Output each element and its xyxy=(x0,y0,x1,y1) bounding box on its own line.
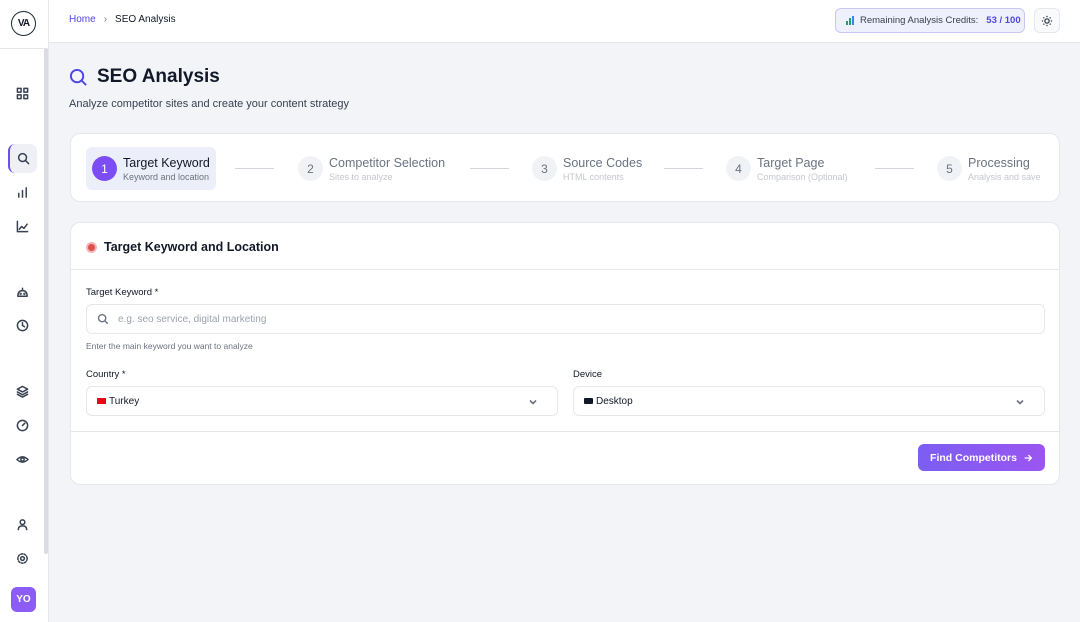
search-icon xyxy=(17,152,30,165)
monitor-icon xyxy=(584,398,593,404)
gauge-icon xyxy=(16,419,29,432)
step-sublabel: HTML contents xyxy=(563,171,624,182)
sidebar-item-settings[interactable] xyxy=(8,544,37,573)
layers-icon xyxy=(16,385,29,398)
device-label: Device xyxy=(573,369,603,380)
card-title: Target Keyword and Location xyxy=(104,240,279,254)
theme-toggle-button[interactable] xyxy=(1034,8,1060,33)
sidebar-item-dashboard[interactable] xyxy=(8,79,37,108)
find-competitors-button[interactable]: Find Competitors xyxy=(918,444,1045,471)
step-3[interactable]: 3 Source Codes HTML contents xyxy=(526,147,648,190)
credits-value: 53 / 100 xyxy=(986,15,1021,26)
step-number: 2 xyxy=(298,156,323,181)
page-header: SEO Analysis xyxy=(69,66,220,88)
step-label: Competitor Selection xyxy=(329,155,446,170)
clock-icon xyxy=(16,319,29,332)
chevron-right-icon: › xyxy=(103,14,108,25)
step-5[interactable]: 5 Processing Analysis and save xyxy=(931,147,1047,190)
keyword-placeholder: e.g. seo service, digital marketing xyxy=(118,313,267,325)
sidebar-item-stats[interactable] xyxy=(8,178,37,207)
line-chart-icon xyxy=(16,220,29,233)
step-number: 4 xyxy=(726,156,751,181)
search-icon xyxy=(69,68,87,86)
search-icon xyxy=(97,313,109,325)
target-icon xyxy=(86,241,97,253)
step-sublabel: Keyword and location xyxy=(123,171,210,182)
sidebar-item-trends[interactable] xyxy=(8,212,37,241)
robot-icon xyxy=(17,287,28,297)
credits-badge: Remaining Analysis Credits: 53 / 100 xyxy=(835,8,1025,33)
step-2[interactable]: 2 Competitor Selection Sites to analyze xyxy=(292,147,451,190)
step-sublabel: Sites to analyze xyxy=(329,171,393,182)
grid-icon xyxy=(16,87,29,100)
card-header: Target Keyword and Location xyxy=(86,240,279,254)
top-bar: Home › SEO Analysis Remaining Analysis C… xyxy=(49,0,1080,43)
device-value: Desktop xyxy=(596,395,633,407)
sidebar-item-bot[interactable] xyxy=(8,278,37,307)
sidebar-item-seo-analysis[interactable] xyxy=(8,144,37,173)
user-icon xyxy=(17,519,28,531)
keyword-hint: Enter the main keyword you want to analy… xyxy=(86,341,253,351)
avatar[interactable]: YO xyxy=(11,587,36,612)
step-connector xyxy=(470,168,509,169)
keyword-form-card: Target Keyword and Location Target Keywo… xyxy=(70,222,1060,485)
chevron-down-icon xyxy=(1016,399,1024,405)
sidebar-item-profile[interactable] xyxy=(8,510,37,539)
gear-icon xyxy=(17,553,28,564)
turkey-flag-icon xyxy=(97,398,106,404)
step-sublabel: Analysis and save xyxy=(968,171,1041,182)
eye-icon xyxy=(16,456,29,463)
breadcrumb-current: SEO Analysis xyxy=(115,14,176,25)
step-number: 5 xyxy=(937,156,962,181)
step-connector xyxy=(875,168,914,169)
device-select[interactable]: Desktop xyxy=(573,386,1045,416)
divider xyxy=(71,269,1059,270)
step-4[interactable]: 4 Target Page Comparison (Optional) xyxy=(720,147,854,190)
step-connector xyxy=(235,168,274,169)
sidebar-scrollbar[interactable] xyxy=(44,48,48,554)
arrow-right-icon xyxy=(1024,454,1033,461)
step-sublabel: Comparison (Optional) xyxy=(757,171,848,182)
country-value: Turkey xyxy=(109,395,140,407)
keyword-input[interactable]: e.g. seo service, digital marketing xyxy=(86,304,1045,334)
bar-chart-icon xyxy=(18,187,27,198)
app-logo[interactable]: VA xyxy=(11,11,36,36)
sidebar-item-layers[interactable] xyxy=(8,377,37,406)
step-label: Target Keyword xyxy=(123,155,210,170)
step-label: Source Codes xyxy=(563,155,643,170)
sidebar: VA YO xyxy=(0,0,49,622)
country-select[interactable]: Turkey xyxy=(86,386,558,416)
credits-label: Remaining Analysis Credits: xyxy=(860,15,979,26)
step-number: 3 xyxy=(532,156,557,181)
page-subtitle: Analyze competitor sites and create your… xyxy=(69,98,350,110)
page-title: SEO Analysis xyxy=(97,66,220,87)
bar-chart-icon xyxy=(846,16,855,25)
step-number: 1 xyxy=(92,156,117,181)
country-label: Country * xyxy=(86,369,126,380)
chevron-down-icon xyxy=(529,399,537,405)
sidebar-divider xyxy=(0,48,44,49)
button-label: Find Competitors xyxy=(930,451,1017,464)
step-label: Target Page xyxy=(757,155,825,170)
sidebar-item-monitor[interactable] xyxy=(8,445,37,474)
step-label: Processing xyxy=(968,155,1030,170)
sidebar-item-speed[interactable] xyxy=(8,411,37,440)
keyword-label: Target Keyword * xyxy=(86,287,159,298)
breadcrumb-home-link[interactable]: Home xyxy=(69,14,96,25)
divider xyxy=(71,431,1059,432)
breadcrumb: Home › SEO Analysis xyxy=(69,14,176,25)
sidebar-item-history[interactable] xyxy=(8,311,37,340)
stepper: 1 Target Keyword Keyword and location 2 C… xyxy=(70,133,1060,202)
step-connector xyxy=(664,168,703,169)
step-1[interactable]: 1 Target Keyword Keyword and location xyxy=(86,147,216,190)
sun-icon xyxy=(1041,15,1053,26)
